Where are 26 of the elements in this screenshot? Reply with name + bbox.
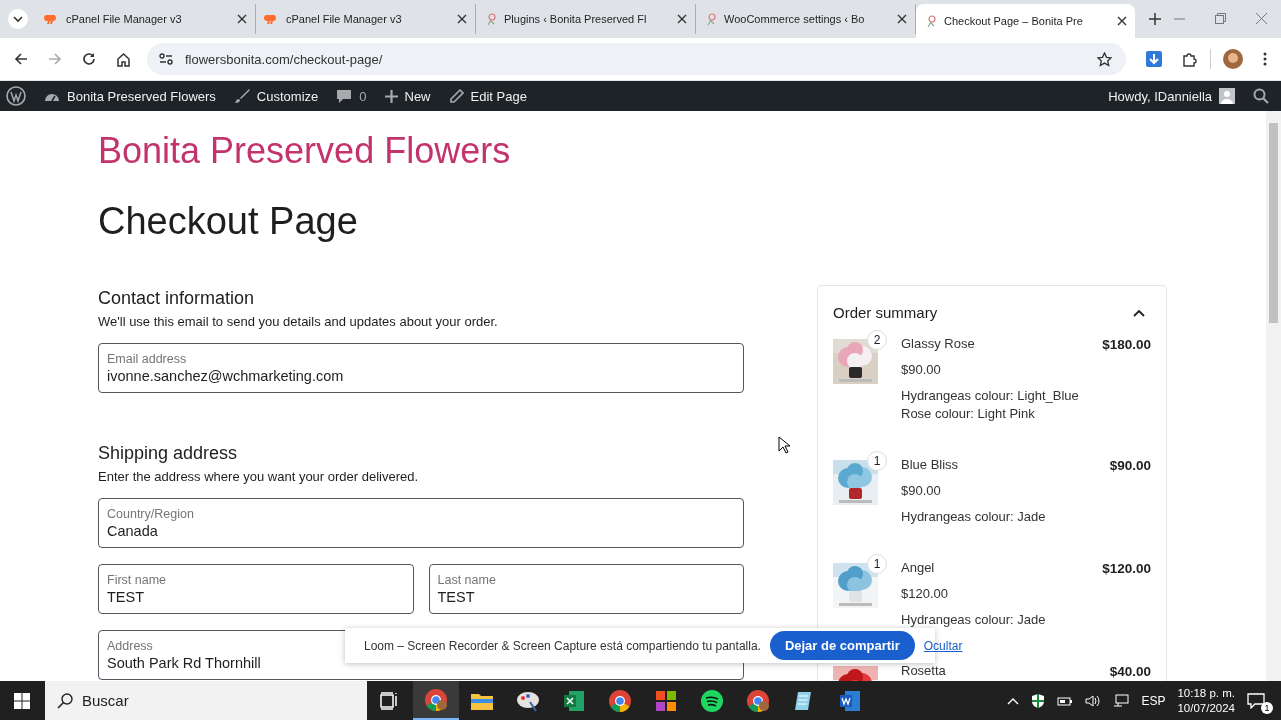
order-summary-title: Order summary [833,304,938,321]
unit-price: $120.00 [901,586,949,602]
product-name: Rosetta [901,664,947,678]
product-name: Blue Bliss [901,458,960,472]
line-total: $40.00 [1109,664,1151,681]
section-heading: Shipping address [98,442,239,464]
product-attribute: Rose colour: Light Pink [901,405,1036,423]
line-total: $90.00 [1109,458,1151,475]
quantity-badge: 1 [867,554,887,574]
unit-price: $90.00 [901,483,942,499]
quantity-badge: 1 [867,451,887,471]
page-title: Checkout Page [98,199,359,243]
sharing-message: Loom – Screen Recorder & Screen Capture está compartiendo tu pantalla. [364,638,761,653]
quantity-badge: 2 [867,330,887,350]
section-description: We'll use this email to send you details and updates about your order. [98,314,499,329]
product-name: Glassy Rose [901,337,976,351]
product-attribute: Hydrangeas colour: Jade [901,611,1047,629]
section-description: Enter the address where you want your order delivered. [98,469,420,484]
product-name: Angel [901,561,936,575]
product-attribute: Hydrangeas colour: Light_Blue [901,387,1080,405]
url-text: flowersbonita.com/checkout-page/ [185,51,383,67]
unit-price: $90.00 [901,362,942,378]
product-attribute: Hydrangeas colour: Jade [901,508,1047,526]
line-total: $180.00 [1102,337,1151,354]
section-heading: Contact information [98,287,256,309]
line-total: $120.00 [1102,561,1151,578]
